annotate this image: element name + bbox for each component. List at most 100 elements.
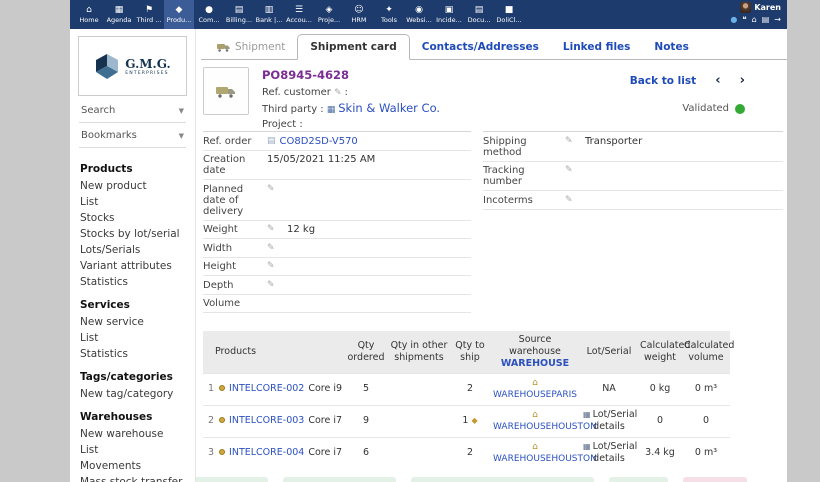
top-nav-item[interactable]: ☰ Accou...: [284, 0, 314, 29]
top-nav-item[interactable]: ■ DoliCl...: [494, 0, 524, 29]
lot-serial-value[interactable]: NA: [602, 383, 616, 394]
top-nav-item[interactable]: ✦ Tools: [374, 0, 404, 29]
top-nav-item[interactable]: ▤ Billing...: [224, 0, 254, 29]
back-to-list-link[interactable]: Back to list: [630, 75, 696, 87]
tab[interactable]: Shipment card: [297, 34, 409, 60]
calc-weight-cell: 0: [638, 406, 682, 438]
sidebar-menu: Products New product List Stocks Stocks by l…: [70, 148, 195, 482]
status-icon[interactable]: ●: [730, 16, 737, 24]
company-name: G.M.G.: [125, 57, 170, 71]
prev-record-arrow[interactable]: ‹: [715, 76, 720, 86]
top-nav-item[interactable]: ◉ Websi...: [404, 0, 434, 29]
edit-pencil-icon[interactable]: ✎: [334, 88, 344, 98]
tab[interactable]: Shipment: [205, 35, 297, 59]
sidebar-menu-item[interactable]: List: [80, 444, 191, 456]
top-nav-item[interactable]: ▤ Docu...: [464, 0, 494, 29]
sidebar-menu-item[interactable]: List: [80, 332, 191, 344]
warehouse-link[interactable]: WAREHOUSEHOUSTON: [493, 454, 577, 466]
sidebar-menu-item[interactable]: Movements: [80, 460, 191, 472]
sidebar-menu-item[interactable]: New warehouse: [80, 428, 191, 440]
col-qty-to-ship: Qty to ship: [450, 331, 490, 373]
warehouse-icon: ⌂: [532, 378, 538, 388]
user-menu[interactable]: Karen: [730, 2, 781, 13]
sidebar-menu-item[interactable]: Stocks: [80, 212, 191, 224]
status-icon[interactable]: ⌂: [752, 16, 757, 24]
row-number: 2: [208, 415, 214, 426]
qty-ordered-cell: 5: [344, 373, 388, 405]
warehouse-filter-link[interactable]: WAREHOUSE: [492, 358, 578, 370]
sidebar-menu-item[interactable]: Statistics: [80, 348, 191, 360]
product-ref-link[interactable]: INTELCORE-004: [229, 447, 304, 458]
action-button[interactable]: SEND EMAIL: [196, 477, 268, 482]
status-icon[interactable]: ▤: [762, 16, 770, 24]
edit-pencil-icon[interactable]: ✎: [267, 261, 287, 271]
product-ref-link[interactable]: INTELCORE-002: [229, 383, 304, 394]
action-button[interactable]: CREATE INVOICE: [283, 477, 395, 482]
tab[interactable]: Contacts/Addresses: [410, 35, 551, 59]
sidebar-menu-item[interactable]: New tag/category: [80, 388, 191, 400]
tab[interactable]: Linked files: [551, 35, 643, 59]
action-button[interactable]: DELETE: [683, 477, 747, 482]
field-label: Ref. order: [203, 136, 267, 147]
top-nav-item[interactable]: ◆ Produ...: [164, 0, 194, 29]
edit-pencil-icon[interactable]: ✎: [267, 184, 287, 194]
top-nav-item[interactable]: ▦ Agenda: [104, 0, 134, 29]
sidebar-menu-item[interactable]: Mass stock transfer: [80, 476, 191, 482]
bookmarks-dropdown[interactable]: Bookmarks ▼: [79, 123, 186, 148]
company-logo[interactable]: G.M.G. ENTERPRISES: [78, 36, 187, 96]
top-nav-item[interactable]: ⌂ Home: [74, 0, 104, 29]
edit-pencil-icon[interactable]: ✎: [565, 165, 585, 175]
shipment-thumbnail[interactable]: [203, 67, 249, 115]
status-icon[interactable]: →: [774, 16, 781, 24]
sidebar-menu-item[interactable]: New product: [80, 180, 191, 192]
qty-other-cell: [388, 437, 450, 468]
top-nav-item[interactable]: ◈ Proje...: [314, 0, 344, 29]
product-ref-link[interactable]: INTELCORE-003: [229, 415, 304, 426]
product-status-icon: [219, 417, 225, 423]
action-button[interactable]: CLOSE: [609, 477, 667, 482]
top-nav-item[interactable]: ⚑ Third ...: [134, 0, 164, 29]
sidebar-menu-item[interactable]: Statistics: [80, 276, 191, 288]
edit-pencil-icon[interactable]: ✎: [267, 243, 287, 253]
lot-serial-value[interactable]: Lot/Serial details: [593, 409, 638, 432]
edit-pencil-icon[interactable]: ✎: [267, 280, 287, 290]
colon: :: [345, 87, 348, 98]
sidebar-menu-item[interactable]: List: [80, 196, 191, 208]
next-record-arrow[interactable]: ›: [740, 76, 745, 86]
sidebar-menu-item[interactable]: New service: [80, 316, 191, 328]
col-lot-serial: Lot/Serial: [580, 331, 638, 373]
top-nav-item[interactable]: ☺ HRM: [344, 0, 374, 29]
search-dropdown[interactable]: Search ▼: [79, 98, 186, 123]
field-row: Volume ✎ ▤: [203, 295, 471, 314]
lot-serial-value[interactable]: Lot/Serial details: [593, 441, 638, 464]
ref-customer-line: Ref. customer ✎ :: [262, 86, 440, 101]
sidebar-menu-item[interactable]: Lots/Serials: [80, 244, 191, 256]
sidebar-menu-item[interactable]: Variant attributes: [80, 260, 191, 272]
row-number: 3: [208, 447, 214, 458]
warehouse-link[interactable]: WAREHOUSEPARIS: [493, 390, 577, 400]
sidebar-menu-item[interactable]: Services: [80, 299, 191, 311]
field-tables: Ref. order ✎ ▤ CO8D2SD-V570 Creation dat…: [203, 131, 783, 313]
sidebar-menu-item[interactable]: Stocks by lot/serial: [80, 228, 191, 240]
sidebar-menu-item[interactable]: Tags/categories: [80, 371, 191, 383]
main-content: Shipment Shipment card Contacts/Addresse…: [196, 29, 787, 482]
top-nav-item[interactable]: ▣ Incide...: [434, 0, 464, 29]
status-icon[interactable]: ❝: [742, 16, 746, 24]
top-nav-item-label: Billing...: [226, 16, 252, 24]
col-calc-weight: Calculated weight: [638, 331, 682, 373]
top-nav-item-label: Bank |...: [256, 16, 283, 24]
sidebar-menu-item[interactable]: Warehouses: [80, 411, 191, 423]
edit-pencil-icon[interactable]: ✎: [565, 195, 585, 205]
edit-pencil-icon[interactable]: ✎: [267, 224, 287, 234]
top-nav-item[interactable]: ● Com...: [194, 0, 224, 29]
top-nav-item[interactable]: ▥ Bank |...: [254, 0, 284, 29]
warehouse-link[interactable]: WAREHOUSEHOUSTON: [493, 422, 577, 434]
edit-pencil-icon[interactable]: ✎: [565, 136, 585, 146]
tab[interactable]: Notes: [642, 35, 700, 59]
top-nav-item-label: DoliCl...: [496, 16, 521, 24]
third-party-link[interactable]: Skin & Walker Co.: [338, 101, 440, 115]
action-button[interactable]: GENERATE DELIVERY RECEIPT: [411, 477, 595, 482]
sidebar-menu-item[interactable]: Products: [80, 163, 191, 175]
field-label: Height: [203, 261, 267, 272]
top-nav-item-icon: ◉: [415, 6, 423, 15]
